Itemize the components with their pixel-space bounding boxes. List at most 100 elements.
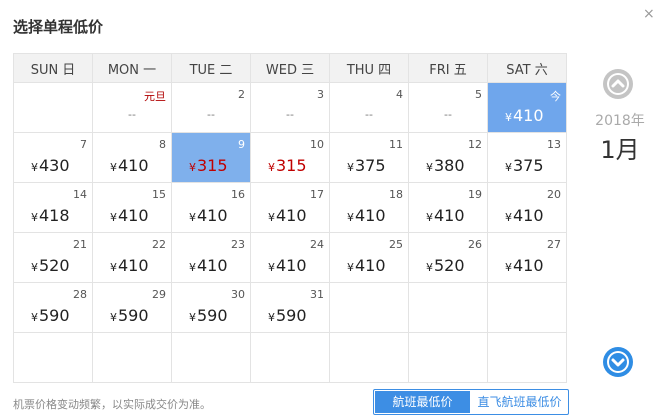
currency-symbol: ¥ bbox=[426, 261, 433, 274]
currency-symbol: ¥ bbox=[189, 211, 196, 224]
calendar-empty-cell bbox=[250, 332, 330, 383]
calendar-week-row: 28 ¥590 29 ¥590 30 ¥590 31 ¥590 bbox=[13, 282, 567, 333]
currency-symbol: ¥ bbox=[505, 211, 512, 224]
no-price: -- bbox=[365, 108, 373, 121]
close-icon[interactable]: × bbox=[643, 6, 655, 22]
day-price: ¥410 bbox=[505, 106, 544, 125]
calendar-day-cell[interactable]: 2 -- bbox=[171, 82, 251, 133]
calendar-day-cell[interactable]: 15 ¥410 bbox=[92, 182, 172, 233]
day-price: ¥590 bbox=[31, 306, 70, 325]
calendar-day-cell[interactable]: 13 ¥375 bbox=[487, 132, 567, 183]
day-number: 30 bbox=[231, 288, 245, 301]
day-price: ¥375 bbox=[505, 156, 544, 175]
calendar-day-cell[interactable]: 18 ¥410 bbox=[329, 182, 409, 233]
calendar-day-cell[interactable]: 31 ¥590 bbox=[250, 282, 330, 333]
day-number: 10 bbox=[310, 138, 324, 151]
currency-symbol: ¥ bbox=[110, 311, 117, 324]
day-number: 27 bbox=[547, 238, 561, 251]
currency-symbol: ¥ bbox=[505, 261, 512, 274]
calendar-day-cell[interactable]: 27 ¥410 bbox=[487, 232, 567, 283]
calendar-day-cell[interactable]: 3 -- bbox=[250, 82, 330, 133]
calendar-day-cell[interactable]: 14 ¥418 bbox=[13, 182, 93, 233]
prev-month-button[interactable] bbox=[603, 69, 633, 99]
day-price: ¥380 bbox=[426, 156, 465, 175]
calendar-empty-cell bbox=[487, 282, 567, 333]
calendar-day-cell[interactable]: 22 ¥410 bbox=[92, 232, 172, 283]
calendar-day-cell[interactable]: 12 ¥380 bbox=[408, 132, 488, 183]
next-month-button[interactable] bbox=[603, 347, 633, 377]
currency-symbol: ¥ bbox=[31, 161, 38, 174]
day-number: 21 bbox=[73, 238, 87, 251]
day-price: ¥590 bbox=[268, 306, 307, 325]
calendar-empty-cell bbox=[408, 282, 488, 333]
day-price: ¥410 bbox=[189, 206, 228, 225]
day-price: ¥590 bbox=[110, 306, 149, 325]
day-number: 8 bbox=[159, 138, 166, 151]
calendar-day-cell[interactable]: 4 -- bbox=[329, 82, 409, 133]
tab-flight-lowest[interactable]: 航班最低价 bbox=[375, 391, 470, 413]
price-value: 315 bbox=[276, 156, 307, 175]
calendar-empty-cell bbox=[13, 332, 93, 383]
calendar-day-cell[interactable]: 24 ¥410 bbox=[250, 232, 330, 283]
day-price: ¥410 bbox=[268, 256, 307, 275]
day-number: 7 bbox=[80, 138, 87, 151]
weekday-header: SUN 日 bbox=[13, 53, 93, 83]
calendar-day-cell[interactable]: 21 ¥520 bbox=[13, 232, 93, 283]
day-price: ¥410 bbox=[110, 206, 149, 225]
day-price: ¥410 bbox=[347, 256, 386, 275]
currency-symbol: ¥ bbox=[189, 311, 196, 324]
calendar-day-cell[interactable]: 9 ¥315 bbox=[171, 132, 251, 183]
tab-direct-lowest[interactable]: 直飞航班最低价 bbox=[472, 391, 567, 413]
calendar-empty-cell bbox=[92, 332, 172, 383]
calendar-day-cell[interactable]: 26 ¥520 bbox=[408, 232, 488, 283]
day-price: ¥430 bbox=[31, 156, 70, 175]
calendar-day-cell[interactable]: 元旦 -- bbox=[92, 82, 172, 133]
price-disclaimer: 机票价格变动频繁，以实际成交价为准。 bbox=[13, 398, 211, 411]
calendar-day-cell[interactable]: 19 ¥410 bbox=[408, 182, 488, 233]
holiday-label: 元旦 bbox=[144, 90, 166, 103]
calendar-day-cell[interactable]: 16 ¥410 bbox=[171, 182, 251, 233]
price-value: 380 bbox=[434, 156, 465, 175]
calendar-day-cell[interactable]: 今 ¥410 bbox=[487, 82, 567, 133]
calendar-week-row: 14 ¥418 15 ¥410 16 ¥410 17 ¥410 18 ¥410 19 ¥410 20 ¥4… bbox=[13, 182, 567, 233]
day-number: 29 bbox=[152, 288, 166, 301]
calendar-day-cell[interactable]: 7 ¥430 bbox=[13, 132, 93, 183]
calendar-day-cell[interactable]: 10 ¥315 bbox=[250, 132, 330, 183]
day-price: ¥520 bbox=[426, 256, 465, 275]
day-price: ¥410 bbox=[110, 256, 149, 275]
calendar-day-cell[interactable]: 20 ¥410 bbox=[487, 182, 567, 233]
no-price: -- bbox=[444, 108, 452, 121]
day-price: ¥410 bbox=[347, 206, 386, 225]
price-value: 410 bbox=[118, 256, 149, 275]
day-number: 2 bbox=[238, 88, 245, 101]
calendar-empty-cell bbox=[329, 332, 409, 383]
currency-symbol: ¥ bbox=[110, 261, 117, 274]
calendar-day-cell[interactable]: 29 ¥590 bbox=[92, 282, 172, 333]
calendar-day-cell[interactable]: 23 ¥410 bbox=[171, 232, 251, 283]
calendar-day-cell[interactable]: 11 ¥375 bbox=[329, 132, 409, 183]
price-value: 410 bbox=[197, 256, 228, 275]
calendar-empty-cell bbox=[329, 282, 409, 333]
price-value: 410 bbox=[276, 206, 307, 225]
day-number: 5 bbox=[475, 88, 482, 101]
calendar-day-cell[interactable]: 30 ¥590 bbox=[171, 282, 251, 333]
price-value: 410 bbox=[513, 256, 544, 275]
calendar-day-cell[interactable]: 5 -- bbox=[408, 82, 488, 133]
day-number: 28 bbox=[73, 288, 87, 301]
price-value: 410 bbox=[118, 206, 149, 225]
dialog-title: 选择单程低价 bbox=[13, 18, 104, 36]
calendar-day-cell[interactable]: 28 ¥590 bbox=[13, 282, 93, 333]
currency-symbol: ¥ bbox=[110, 211, 117, 224]
calendar-day-cell[interactable]: 17 ¥410 bbox=[250, 182, 330, 233]
day-number: 11 bbox=[389, 138, 403, 151]
currency-symbol: ¥ bbox=[505, 161, 512, 174]
day-number: 14 bbox=[73, 188, 87, 201]
calendar-grid: SUN 日 MON 一 TUE 二 WED 三 THU 四 FRI 五 SAT 六 元旦 --… bbox=[13, 53, 567, 383]
calendar-day-cell[interactable]: 25 ¥410 bbox=[329, 232, 409, 283]
price-value: 410 bbox=[118, 156, 149, 175]
calendar-day-cell[interactable]: 8 ¥410 bbox=[92, 132, 172, 183]
day-number: 15 bbox=[152, 188, 166, 201]
month-navigator: 2018年 1月 bbox=[580, 60, 660, 390]
price-mode-tabs: 航班最低价 直飞航班最低价 bbox=[373, 389, 569, 415]
price-value: 315 bbox=[197, 156, 228, 175]
